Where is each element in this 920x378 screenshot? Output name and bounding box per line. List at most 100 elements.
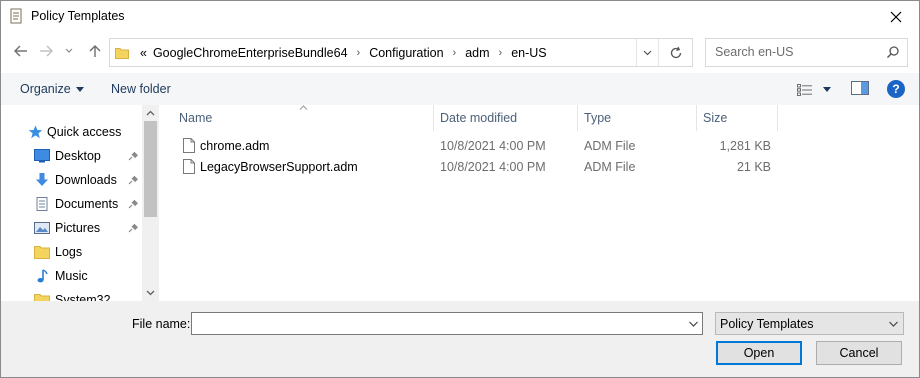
nav-item-desktop[interactable]: Desktop: [1, 145, 141, 167]
breadcrumb-segment[interactable]: GoogleChromeEnterpriseBundle64: [150, 46, 351, 60]
nav-label: Documents: [55, 197, 119, 211]
breadcrumb-separator[interactable]: ›: [447, 47, 463, 59]
nav-label: Quick access: [47, 125, 122, 139]
file-size: 1,281 KB: [719, 139, 771, 153]
breadcrumb-separator[interactable]: ›: [351, 47, 367, 59]
nav-item-downloads[interactable]: Downloads: [1, 169, 141, 191]
file-open-dialog: Policy Templates « GoogleChromeEnterpris…: [0, 0, 920, 378]
forward-button[interactable]: [35, 40, 57, 62]
organize-label: Organize: [20, 82, 71, 96]
organize-button[interactable]: Organize: [20, 82, 84, 96]
help-button[interactable]: ?: [887, 80, 905, 98]
document-scroll-icon: [10, 8, 22, 24]
scroll-up-button[interactable]: [142, 105, 159, 121]
file-type-value: Policy Templates: [720, 317, 814, 331]
breadcrumb-segment[interactable]: en-US: [508, 46, 549, 60]
arrow-left-icon: [14, 45, 27, 57]
search-icon: [886, 46, 899, 59]
picture-icon: [34, 222, 50, 234]
file-type-select[interactable]: Policy Templates: [715, 312, 904, 335]
pin-icon[interactable]: [128, 175, 138, 185]
file-date: 10/8/2021 4:00 PM: [440, 160, 546, 174]
chevron-down-icon: [146, 290, 155, 296]
nav-item-pictures[interactable]: Pictures: [1, 217, 141, 239]
pin-icon[interactable]: [128, 151, 138, 161]
file-date: 10/8/2021 4:00 PM: [440, 139, 546, 153]
new-folder-button[interactable]: New folder: [111, 82, 171, 96]
address-overflow[interactable]: «: [137, 46, 150, 60]
file-type: ADM File: [584, 139, 636, 153]
caret-down-icon: [823, 87, 831, 92]
file-row[interactable]: chrome.adm 10/8/2021 4:00 PM ADM File 1,…: [175, 136, 775, 157]
scroll-down-button[interactable]: [142, 285, 159, 301]
file-list: Name Date modified Type Size chrome.adm …: [160, 105, 919, 301]
up-button[interactable]: [84, 40, 106, 62]
sort-ascending-icon: [299, 105, 308, 110]
breadcrumb-segment[interactable]: Configuration: [366, 46, 446, 60]
back-button[interactable]: [10, 40, 32, 62]
dialog-footer: File name: Policy Templates Open Cancel: [1, 301, 919, 377]
pin-icon[interactable]: [128, 199, 138, 209]
chevron-up-icon: [146, 110, 155, 116]
pin-icon[interactable]: [128, 223, 138, 233]
command-bar: Organize New folder ?: [1, 73, 919, 105]
document-icon: [36, 197, 48, 211]
close-icon: [890, 11, 902, 22]
nav-item-music[interactable]: Music: [1, 265, 141, 287]
folder-icon: [34, 294, 50, 301]
preview-pane-icon: [851, 81, 869, 95]
music-icon: [37, 269, 48, 283]
nav-label: System32: [55, 293, 111, 301]
file-type: ADM File: [584, 160, 636, 174]
refresh-icon: [670, 46, 681, 58]
search-input[interactable]: Search en-US: [705, 38, 908, 67]
navigation-scrollbar[interactable]: [142, 105, 159, 301]
star-icon: [28, 125, 43, 139]
preview-pane-button[interactable]: [851, 81, 869, 98]
nav-item-documents[interactable]: Documents: [1, 193, 141, 215]
nav-label: Downloads: [55, 173, 117, 187]
column-header-name[interactable]: Name: [173, 105, 434, 131]
folder-icon: [34, 246, 50, 259]
nav-item-system32[interactable]: System32: [1, 289, 141, 301]
cancel-button[interactable]: Cancel: [816, 341, 902, 365]
nav-item-logs[interactable]: Logs: [1, 241, 141, 263]
file-icon: [183, 138, 195, 153]
recent-locations-button[interactable]: [62, 40, 76, 62]
file-name-input[interactable]: [191, 312, 703, 335]
change-view-button[interactable]: [797, 81, 833, 98]
column-header-size[interactable]: Size: [697, 105, 778, 131]
arrow-right-icon: [40, 45, 53, 57]
nav-label: Music: [55, 269, 88, 283]
search-placeholder: Search en-US: [715, 45, 794, 59]
nav-item-quick-access[interactable]: Quick access: [1, 121, 141, 143]
file-name: chrome.adm: [200, 139, 270, 153]
title-bar: Policy Templates: [1, 1, 919, 32]
scrollbar-thumb[interactable]: [144, 121, 157, 217]
chevron-down-icon: [889, 321, 898, 327]
file-name: LegacyBrowserSupport.adm: [200, 160, 358, 174]
address-bar[interactable]: « GoogleChromeEnterpriseBundle64 › Confi…: [109, 38, 693, 67]
file-name-label: File name:: [132, 317, 191, 331]
chevron-down-icon: [643, 50, 652, 55]
close-button[interactable]: [873, 1, 919, 32]
column-header-date[interactable]: Date modified: [434, 105, 578, 131]
open-button[interactable]: Open: [716, 341, 802, 365]
breadcrumb-separator[interactable]: ›: [493, 47, 509, 59]
chevron-down-icon: [65, 48, 73, 53]
file-icon: [183, 159, 195, 174]
file-row[interactable]: LegacyBrowserSupport.adm 10/8/2021 4:00 …: [175, 157, 775, 178]
refresh-button[interactable]: [658, 39, 692, 66]
download-icon: [36, 173, 48, 186]
navigation-pane: Quick access Desktop Downloads Documents…: [1, 105, 159, 301]
nav-label: Logs: [55, 245, 83, 259]
details-view-icon: [797, 83, 812, 96]
arrow-up-icon: [89, 45, 101, 57]
chevron-down-icon[interactable]: [688, 317, 699, 331]
column-label: Name: [179, 111, 213, 125]
breadcrumb-segment[interactable]: adm: [462, 46, 492, 60]
address-history-dropdown[interactable]: [636, 39, 658, 66]
caret-down-icon: [75, 87, 84, 93]
folder-icon: [115, 47, 129, 59]
column-header-type[interactable]: Type: [578, 105, 697, 131]
